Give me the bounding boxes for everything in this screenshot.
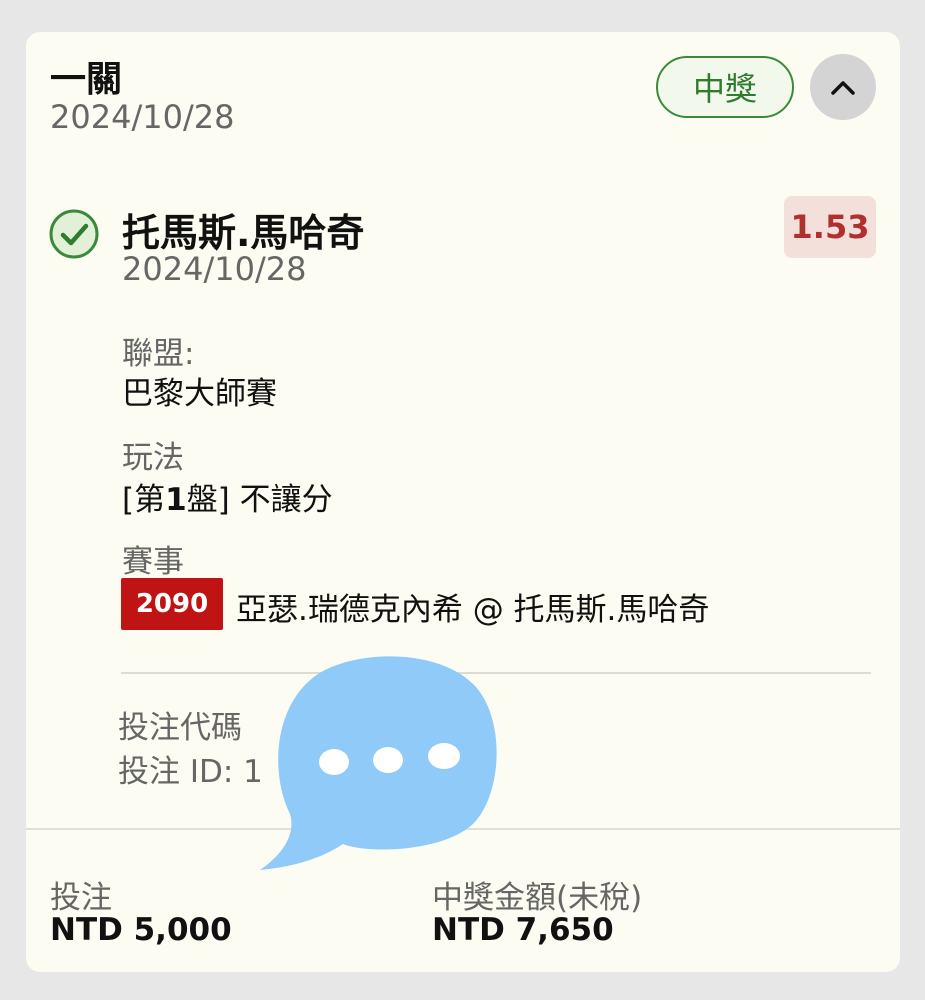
match-code-tag: 2090 — [121, 578, 223, 630]
event-label: 賽事 — [122, 544, 184, 580]
bet-code-label: 投注代碼 — [118, 710, 242, 746]
bet-id: 投注 ID: 1 — [118, 746, 263, 791]
chevron-up-icon — [831, 81, 855, 95]
market-value: [第1盤] 不讓分 — [122, 474, 333, 519]
check-circle-icon — [49, 209, 99, 259]
event-value: 亞瑟.瑞德克內希 @ 托馬斯.馬哈奇 — [236, 592, 710, 628]
league-value: 巴黎大師賽 — [122, 376, 277, 412]
payout-value: NTD 7,650 — [432, 912, 614, 948]
market-suffix: 盤] 不讓分 — [186, 482, 333, 518]
status-badge: 中獎 — [656, 56, 794, 118]
market-prefix: [第 — [122, 482, 166, 518]
bet-type-title: 一關 — [50, 59, 123, 100]
bet-ticket-card: 一關 2024/10/28 中獎 托馬斯.馬哈奇 2024/10/28 1.53… — [26, 32, 900, 972]
market-label: 玩法 — [122, 440, 184, 476]
bet-id-label: 投注 ID: — [118, 754, 234, 790]
odds-badge: 1.53 — [784, 196, 876, 258]
league-label: 聯盟: — [122, 336, 195, 372]
payout-label: 中獎金額(未稅) — [432, 880, 643, 916]
stake-label: 投注 — [50, 880, 112, 916]
chat-bubble-icon — [260, 656, 497, 870]
selection-name: 托馬斯.馬哈奇 — [122, 211, 365, 255]
collapse-button[interactable] — [810, 54, 876, 120]
market-number: 1 — [165, 482, 187, 518]
bet-date: 2024/10/28 — [50, 98, 235, 136]
stake-value: NTD 5,000 — [50, 912, 232, 948]
selection-date: 2024/10/28 — [122, 250, 307, 288]
